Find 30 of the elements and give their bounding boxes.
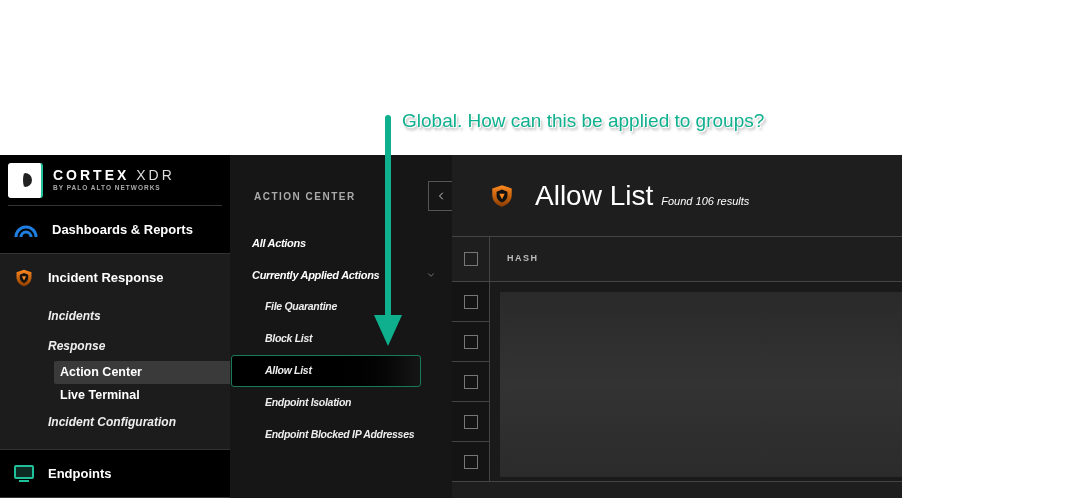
nav-subitem[interactable]: Incident Configuration <box>0 407 230 437</box>
panel-subitem[interactable]: Block List <box>231 323 421 355</box>
column-header[interactable]: HASH <box>490 237 539 281</box>
panel-subitem[interactable]: Endpoint Blocked IP Addresses <box>231 419 421 451</box>
checkbox[interactable] <box>463 414 478 429</box>
checkbox[interactable] <box>463 454 478 469</box>
logo-icon <box>8 162 43 198</box>
panel-item[interactable]: Currently Applied Actions <box>230 259 452 291</box>
annotation-text: Global. How can this be applied to groups? <box>402 109 765 133</box>
nav-subitem[interactable]: Response <box>0 331 230 361</box>
checkbox[interactable] <box>463 334 478 349</box>
nav-item[interactable]: Endpoints <box>0 450 230 497</box>
checkbox[interactable] <box>463 294 478 309</box>
panel-subitem[interactable]: File Quarantine <box>231 291 421 323</box>
panel-subitem[interactable]: Endpoint Isolation <box>231 387 421 419</box>
nav-subitem[interactable]: Live Terminal <box>54 384 230 407</box>
page-title: Allow List <box>535 178 654 213</box>
panel-item[interactable]: All Actions <box>230 227 452 259</box>
nav-subitem[interactable]: Action Center <box>54 361 230 384</box>
panel-title: ACTION CENTER <box>253 189 356 204</box>
nav-subitem[interactable]: Incidents <box>0 301 230 331</box>
checkbox[interactable] <box>463 374 478 389</box>
shield-icon <box>14 267 34 288</box>
nav-item[interactable]: Dashboards & Reports <box>0 206 230 253</box>
nav-item[interactable]: Incident Response <box>0 254 230 301</box>
checkbox[interactable] <box>463 252 478 266</box>
results-count: Found 106 results <box>661 193 750 209</box>
brand-name: CORTEX XDR <box>53 168 175 183</box>
monitor-icon <box>14 464 34 483</box>
panel-subitem[interactable]: Allow List <box>231 355 421 387</box>
